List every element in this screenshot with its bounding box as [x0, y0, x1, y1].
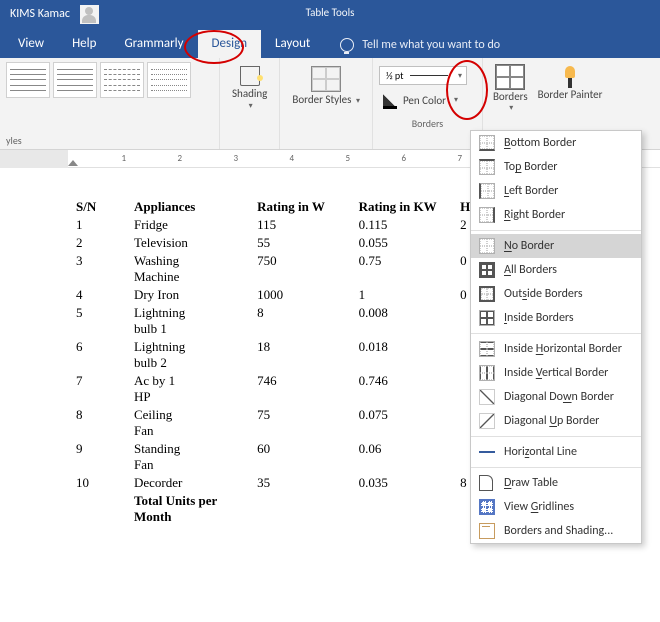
tell-me-placeholder: Tell me what you want to do	[362, 38, 500, 52]
table-style-dashed[interactable]	[100, 62, 144, 98]
borders-grid-icon	[495, 64, 525, 90]
line-preview-icon	[410, 75, 448, 76]
group-table-styles: yles	[0, 58, 220, 149]
left-border-icon	[479, 183, 495, 199]
pen-color-label: Pen Color	[403, 94, 446, 107]
shading-label: Shading	[232, 88, 267, 100]
border-styles-label: Border Styles	[292, 93, 351, 106]
chevron-down-icon: ▾	[509, 103, 513, 113]
total-label: Total Units per Month	[130, 492, 253, 526]
table-style-plain[interactable]	[6, 62, 50, 98]
chevron-down-icon: ▾	[249, 102, 253, 111]
context-tab-label: Table Tools	[306, 6, 355, 19]
pen-color-icon	[383, 93, 397, 107]
outside-borders-icon	[479, 286, 495, 302]
menu-view-gridlines[interactable]: View Gridlines	[471, 495, 641, 519]
bottom-border-icon	[479, 135, 495, 151]
group-label-styles: yles	[6, 132, 213, 147]
tab-design[interactable]: Design	[198, 30, 261, 58]
user-name[interactable]: KIMS Kamac	[10, 7, 70, 21]
titlebar: Table Tools KIMS Kamac	[0, 0, 660, 28]
paint-bucket-icon	[240, 66, 260, 86]
top-border-icon	[479, 159, 495, 175]
ruler-mark: 4	[238, 153, 294, 164]
inside-vertical-icon	[479, 365, 495, 381]
user-avatar-icon[interactable]	[80, 5, 99, 24]
ruler-mark: 3	[182, 153, 238, 164]
diagonal-up-icon	[479, 413, 495, 429]
tell-me-search[interactable]: Tell me what you want to do	[324, 38, 500, 58]
menu-bottom-border[interactable]: Bottom Border	[471, 131, 641, 155]
inside-borders-icon	[479, 310, 495, 326]
menu-inside-horizontal[interactable]: Inside Horizontal Border	[471, 337, 641, 361]
gridlines-icon	[479, 499, 495, 515]
dd-bottom-rest: ottom Border	[511, 136, 577, 150]
diagonal-down-icon	[479, 389, 495, 405]
ruler-mark: 6	[350, 153, 406, 164]
border-styles-icon	[311, 66, 341, 92]
menu-left-border[interactable]: Left Border	[471, 179, 641, 203]
no-border-icon	[479, 238, 495, 254]
menu-diagonal-up[interactable]: Diagonal Up Border	[471, 409, 641, 433]
tab-view[interactable]: View	[4, 30, 58, 58]
tab-design-label: Design	[212, 36, 247, 51]
borders-button-label: Borders	[493, 90, 528, 103]
col-rating-kw: Rating in KW	[355, 198, 456, 216]
menu-top-border[interactable]: Top Border	[471, 155, 641, 179]
menu-separator	[471, 467, 641, 468]
line-weight-combo[interactable]: ½ pt	[379, 66, 467, 85]
menu-inside-borders[interactable]: Inside Borders	[471, 306, 641, 330]
borders-dropdown: Bottom Border Top Border Left Border Rig…	[470, 130, 642, 544]
menu-no-border[interactable]: No Border	[471, 234, 641, 258]
menu-outside-borders[interactable]: Outside Borders	[471, 282, 641, 306]
menu-separator	[471, 333, 641, 334]
group-line-pen: ½ pt Pen Color ▾ Borders	[373, 58, 483, 149]
indent-marker-icon[interactable]	[68, 160, 78, 166]
pen-color-button[interactable]: Pen Color ▾	[379, 91, 476, 109]
inside-horizontal-icon	[479, 341, 495, 357]
tab-help[interactable]: Help	[58, 30, 110, 58]
menu-inside-vertical[interactable]: Inside Vertical Border	[471, 361, 641, 385]
menu-separator	[471, 436, 641, 437]
menu-draw-table[interactable]: Draw Table	[471, 471, 641, 495]
table-style-dotted[interactable]	[147, 62, 191, 98]
menu-right-border[interactable]: Right Border	[471, 203, 641, 227]
line-weight-value: ½ pt	[386, 69, 404, 82]
tab-layout[interactable]: Layout	[261, 30, 324, 58]
borders-split-button[interactable]: Borders ▾	[489, 62, 532, 115]
menu-horizontal-line[interactable]: Horizontal Line	[471, 440, 641, 464]
lightbulb-icon	[340, 38, 354, 52]
ribbon-tabs: View Help Grammarly Design Layout Tell m…	[0, 28, 660, 58]
menu-separator	[471, 230, 641, 231]
group-label-borders: Borders	[379, 115, 476, 130]
ruler-mark: 1	[70, 153, 126, 164]
col-rating-w: Rating in W	[253, 198, 354, 216]
menu-diagonal-down[interactable]: Diagonal Down Border	[471, 385, 641, 409]
horizontal-line-icon	[479, 444, 495, 460]
border-painter-label: Border Painter	[538, 88, 603, 101]
right-border-icon	[479, 207, 495, 223]
shading-button[interactable]: Shading ▾	[226, 62, 273, 115]
ruler-mark: 5	[294, 153, 350, 164]
menu-borders-and-shading[interactable]: Borders and Shading...	[471, 519, 641, 543]
group-shading: Shading ▾	[220, 58, 280, 149]
chevron-down-icon: ▾	[454, 95, 458, 105]
draw-table-icon	[479, 475, 495, 491]
tab-grammarly[interactable]: Grammarly	[110, 30, 197, 58]
border-painter-button[interactable]: Border Painter	[534, 62, 607, 103]
border-styles-button[interactable]: Border Styles ▾	[286, 62, 366, 110]
table-style-grid[interactable]	[53, 62, 97, 98]
ruler-mark: 7	[406, 153, 462, 164]
ruler-mark: 2	[126, 153, 182, 164]
all-borders-icon	[479, 262, 495, 278]
menu-all-borders[interactable]: All Borders	[471, 258, 641, 282]
group-border-styles: Border Styles ▾	[280, 58, 373, 149]
borders-dialog-icon	[479, 523, 495, 539]
col-sn: S/N	[72, 198, 130, 216]
paintbrush-icon	[561, 66, 579, 88]
col-appliances: Appliances	[130, 198, 253, 216]
